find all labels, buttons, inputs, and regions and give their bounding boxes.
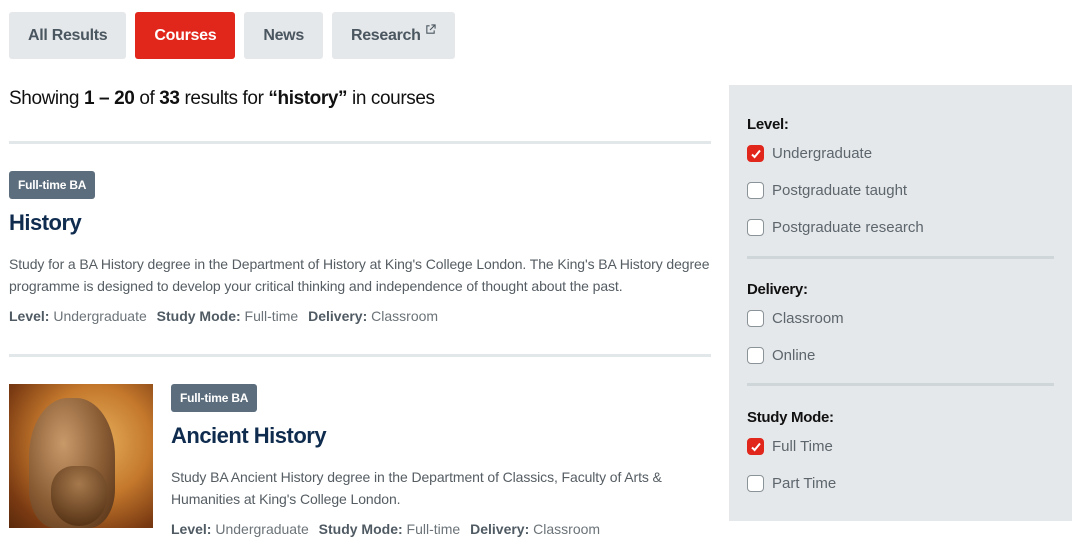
tab-all-results[interactable]: All Results: [9, 12, 127, 59]
filter-option-postgraduate-taught[interactable]: Postgraduate taught: [747, 172, 1054, 209]
meta-key: Level:: [9, 308, 50, 324]
summary-results-for: results for: [184, 88, 264, 109]
course-result: Full-time BA History Study for a BA Hist…: [9, 171, 711, 324]
divider: [9, 141, 711, 144]
summary-of: of: [139, 88, 155, 109]
filter-heading: Level:: [747, 116, 789, 133]
course-type-badge: Full-time BA: [171, 384, 258, 412]
course-description: Study for a BA History degree in the Dep…: [9, 256, 710, 294]
filter-heading: Delivery:: [747, 281, 808, 298]
course-result: Full-time BA Ancient History Study BA An…: [9, 384, 711, 544]
tab-label: News: [263, 26, 304, 44]
meta-key: Study Mode:: [156, 308, 241, 324]
course-description: Study BA Ancient History degree in the D…: [171, 469, 662, 507]
meta-value: Classroom: [533, 521, 601, 537]
tab-label: Courses: [154, 26, 217, 44]
filter-divider: [747, 256, 1054, 259]
checkbox-icon[interactable]: [747, 475, 764, 492]
filter-group-level: Level: Undergraduate Postgraduate taught…: [747, 116, 1054, 246]
filter-option-label: Full Time: [772, 438, 833, 455]
meta-key: Level:: [171, 521, 212, 537]
meta-key: Delivery:: [470, 521, 530, 537]
classical-bust-image[interactable]: [9, 384, 153, 528]
filter-panel: Level: Undergraduate Postgraduate taught…: [729, 85, 1072, 521]
summary-range: 1 – 20: [83, 88, 135, 109]
filter-divider: [747, 383, 1054, 386]
meta-value: Classroom: [371, 308, 439, 324]
summary-prefix: Showing: [9, 88, 80, 109]
filter-option-online[interactable]: Online: [747, 337, 1054, 374]
checkbox-icon[interactable]: [747, 219, 764, 236]
meta-key: Study Mode:: [318, 521, 403, 537]
divider: [9, 354, 711, 357]
filter-option-label: Online: [772, 347, 816, 364]
checkbox-icon[interactable]: [747, 182, 764, 199]
checkbox-checked-icon[interactable]: [747, 438, 764, 455]
summary-query: “history”: [268, 88, 348, 109]
checkbox-icon[interactable]: [747, 310, 764, 327]
course-title-link[interactable]: Ancient History: [171, 423, 711, 449]
checkbox-icon[interactable]: [747, 347, 764, 364]
filter-option-undergraduate[interactable]: Undergraduate: [747, 135, 1054, 172]
course-body: Full-time BA Ancient History Study BA An…: [171, 384, 711, 537]
tab-research[interactable]: Research: [331, 12, 455, 59]
external-link-icon: [425, 24, 436, 34]
tab-label: All Results: [28, 26, 108, 44]
filter-option-label: Undergraduate: [772, 145, 873, 162]
filter-option-label: Postgraduate research: [772, 219, 924, 236]
filter-option-label: Postgraduate taught: [772, 182, 908, 199]
result-type-tabs: All Results Courses News Research: [9, 12, 455, 59]
filter-option-postgraduate-research[interactable]: Postgraduate research: [747, 209, 1054, 246]
tab-news[interactable]: News: [244, 12, 323, 59]
filter-option-part-time[interactable]: Part Time: [747, 465, 1054, 502]
course-type-badge: Full-time BA: [9, 171, 96, 199]
meta-key: Delivery:: [308, 308, 368, 324]
meta-value: Undergraduate: [53, 308, 147, 324]
results-summary: Showing 1 – 20 of 33 results for “histor…: [9, 88, 435, 110]
summary-suffix: in courses: [352, 88, 435, 109]
checkbox-checked-icon[interactable]: [747, 145, 764, 162]
filter-option-full-time[interactable]: Full Time: [747, 428, 1054, 465]
course-meta: Level: Undergraduate Study Mode: Full-ti…: [9, 308, 711, 324]
filter-option-label: Part Time: [772, 475, 837, 492]
filter-group-delivery: Delivery: Classroom Online: [747, 281, 1054, 374]
meta-value: Undergraduate: [215, 521, 309, 537]
course-meta: Level: Undergraduate Study Mode: Full-ti…: [171, 521, 711, 537]
filter-option-label: Classroom: [772, 310, 844, 327]
filter-group-study-mode: Study Mode: Full Time Part Time: [747, 409, 1054, 502]
summary-total: 33: [159, 88, 180, 109]
meta-value: Full-time: [406, 521, 461, 537]
course-title-link[interactable]: History: [9, 210, 711, 236]
filter-heading: Study Mode:: [747, 409, 834, 426]
filter-option-classroom[interactable]: Classroom: [747, 300, 1054, 337]
tab-label: Research: [350, 26, 421, 44]
meta-value: Full-time: [244, 308, 299, 324]
tab-courses[interactable]: Courses: [135, 12, 236, 59]
